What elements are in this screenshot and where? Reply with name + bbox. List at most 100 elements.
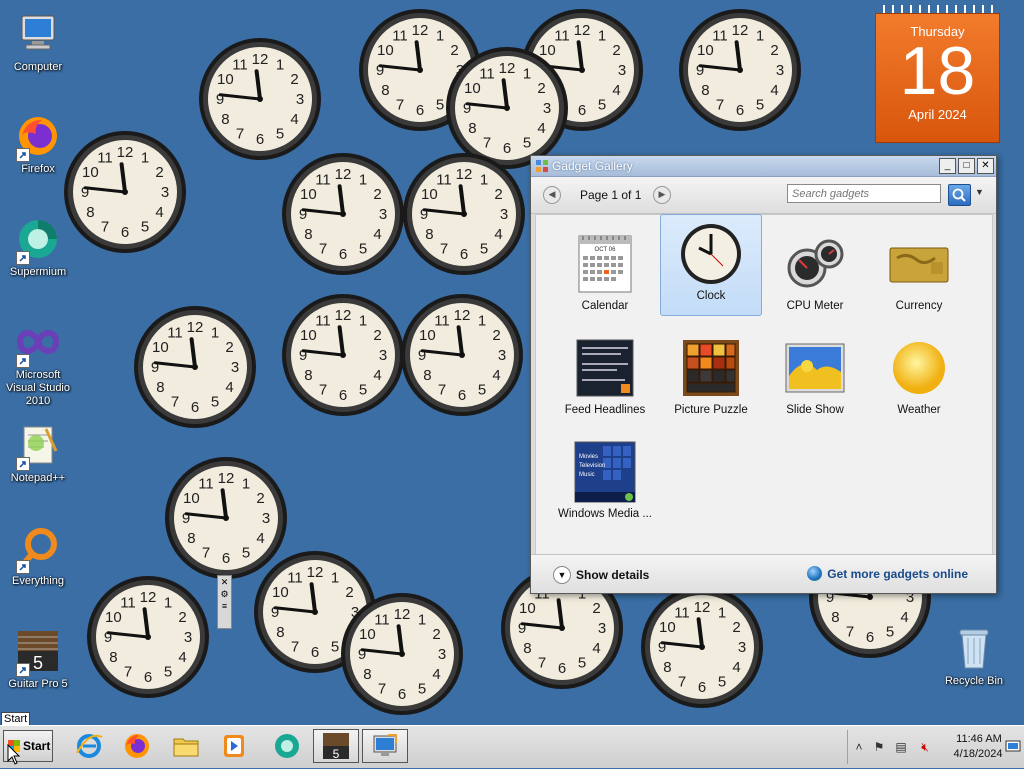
svg-text:6: 6 xyxy=(558,660,566,677)
desktop-icon-computer[interactable]: Computer xyxy=(0,10,76,74)
window-title: Gadget Gallery xyxy=(552,159,633,173)
desktop-icon-notepadpp[interactable]: Notepad++ xyxy=(0,421,76,485)
gadget-picture-puzzle[interactable]: Picture Puzzle xyxy=(660,329,762,431)
tray-time[interactable]: 11:46 AM xyxy=(955,733,1003,745)
drag-handle-icon[interactable]: ≡ xyxy=(218,600,231,612)
network-icon[interactable]: ▤ xyxy=(894,740,908,754)
svg-text:2: 2 xyxy=(432,626,440,643)
svg-text:10: 10 xyxy=(359,626,376,643)
svg-text:10: 10 xyxy=(464,80,481,97)
svg-text:8: 8 xyxy=(86,204,94,221)
everything-icon xyxy=(14,524,62,574)
gadget-windows-media-center[interactable]: Movies Television Music Windows Media ... xyxy=(554,433,656,535)
clock-gadget[interactable]: 123456789101112 xyxy=(63,130,187,254)
volume-muted-icon[interactable]: 🔇︎ xyxy=(918,740,932,754)
taskbar-media-player[interactable] xyxy=(211,729,257,763)
close-button[interactable]: ✕ xyxy=(977,158,994,174)
taskbar-firefox[interactable] xyxy=(114,729,160,763)
gadget-clock[interactable]: Clock xyxy=(660,214,762,316)
close-icon[interactable]: ✕ xyxy=(218,576,231,588)
shortcut-arrow-icon xyxy=(16,354,30,368)
svg-text:6: 6 xyxy=(736,102,744,119)
svg-text:11: 11 xyxy=(392,27,408,44)
taskbar-windows-explorer[interactable] xyxy=(163,729,209,763)
svg-text:5: 5 xyxy=(756,97,764,114)
gadget-currency[interactable]: Currency xyxy=(868,225,970,327)
svg-text:6: 6 xyxy=(458,387,466,404)
svg-text:11: 11 xyxy=(434,312,450,329)
clock-gadget[interactable]: 123456789101112 xyxy=(133,305,257,429)
gadget-feed-headlines[interactable]: Feed Headlines xyxy=(554,329,656,431)
desktop-icon-recycle-bin[interactable]: Recycle Bin xyxy=(936,624,1012,688)
calendar-month-year: April 2024 xyxy=(908,107,967,122)
get-more-gadgets-link[interactable]: Get more gadgets online xyxy=(807,566,968,581)
svg-text:12: 12 xyxy=(454,307,471,324)
svg-text:3: 3 xyxy=(379,206,387,223)
svg-text:7: 7 xyxy=(202,545,210,562)
minimize-button[interactable]: _ xyxy=(939,158,956,174)
clock-gadget[interactable]: 123456789101112 xyxy=(340,592,464,716)
action-center-flag-icon[interactable]: ⚑ xyxy=(872,740,886,754)
show-hidden-icons-button[interactable]: ˄ xyxy=(852,740,866,754)
svg-text:7: 7 xyxy=(319,382,327,399)
taskbar-remote-desktop[interactable] xyxy=(362,729,408,763)
svg-text:5: 5 xyxy=(523,135,531,152)
recycle-bin-icon xyxy=(950,624,998,672)
desktop-icon-label: Guitar Pro 5 xyxy=(8,678,68,690)
svg-text:1: 1 xyxy=(756,27,764,44)
internet-explorer-icon xyxy=(76,734,103,758)
svg-text:10: 10 xyxy=(152,339,169,356)
svg-text:8: 8 xyxy=(109,649,117,666)
desktop-icon-visual-studio[interactable]: Microsoft Visual Studio 2010 xyxy=(0,318,76,408)
svg-text:1: 1 xyxy=(478,312,486,329)
gadget-slide-show[interactable]: Slide Show xyxy=(764,329,866,431)
next-page-button[interactable]: ▶ xyxy=(653,186,671,204)
currency-icon xyxy=(887,232,951,296)
show-desktop-button[interactable] xyxy=(1005,740,1021,754)
gadget-toolbar: ✕ ⚙ ≡ xyxy=(217,575,232,629)
taskbar-internet-explorer[interactable] xyxy=(66,729,112,763)
svg-text:1: 1 xyxy=(276,56,284,73)
search-button[interactable] xyxy=(948,184,971,206)
svg-text:11: 11 xyxy=(315,171,331,188)
gadget-label: CPU Meter xyxy=(786,300,844,312)
window-titlebar[interactable]: Gadget Gallery _ □ ✕ xyxy=(531,156,996,177)
svg-text:3: 3 xyxy=(776,62,784,79)
desktop-icon-everything[interactable]: Everything xyxy=(0,524,76,588)
chevron-down-icon[interactable]: ▼ xyxy=(975,187,984,197)
clock-gadget[interactable]: 123456789101112 xyxy=(198,37,322,161)
svg-text:1: 1 xyxy=(718,604,726,621)
clock-gadget[interactable]: 123456789101112 xyxy=(678,8,802,132)
maximize-button[interactable]: □ xyxy=(958,158,975,174)
clock-gadget[interactable]: 123456789101112 xyxy=(86,575,210,699)
svg-text:1: 1 xyxy=(523,65,531,82)
clock-gadget[interactable]: 123456789101112 xyxy=(400,293,524,417)
svg-text:5: 5 xyxy=(242,545,250,562)
clock-gadget[interactable]: 123456789101112 xyxy=(281,293,405,417)
taskbar-supermium[interactable] xyxy=(264,729,310,763)
gadget-label: Feed Headlines xyxy=(564,404,646,416)
picture-puzzle-icon xyxy=(679,336,743,400)
desktop-icon-label: Computer xyxy=(13,61,63,73)
taskbar-guitar-pro[interactable]: 5 xyxy=(313,729,359,763)
gadget-cpu-meter[interactable]: CPU Meter xyxy=(764,225,866,327)
clock-gadget[interactable]: 123456789101112 xyxy=(640,585,764,709)
start-tooltip: Start xyxy=(1,712,31,726)
gadget-weather[interactable]: Weather xyxy=(868,329,970,431)
svg-text:8: 8 xyxy=(363,666,371,683)
clock-gadget[interactable]: 123456789101112 xyxy=(281,152,405,276)
previous-page-button[interactable]: ◀ xyxy=(543,186,561,204)
show-details-button[interactable]: ▼ Show details xyxy=(553,566,649,584)
tray-date[interactable]: 4/18/2024 xyxy=(948,748,1008,760)
desktop-icon-guitar-pro[interactable]: 5 Guitar Pro 5 xyxy=(0,627,76,691)
svg-text:4: 4 xyxy=(537,120,545,137)
calendar-gadget[interactable]: Thursday 18 April 2024 xyxy=(875,5,1000,143)
gallery-footer: ▼ Show details Get more gadgets online xyxy=(531,554,996,593)
svg-text:11: 11 xyxy=(674,604,690,621)
gadget-calendar[interactable]: OCT 06 Calendar xyxy=(554,225,656,327)
svg-text:6: 6 xyxy=(191,399,199,416)
svg-text:6: 6 xyxy=(460,246,468,263)
options-icon[interactable]: ⚙ xyxy=(218,588,231,600)
search-input[interactable] xyxy=(787,184,941,203)
clock-gadget[interactable]: 123456789101112 xyxy=(402,152,526,276)
